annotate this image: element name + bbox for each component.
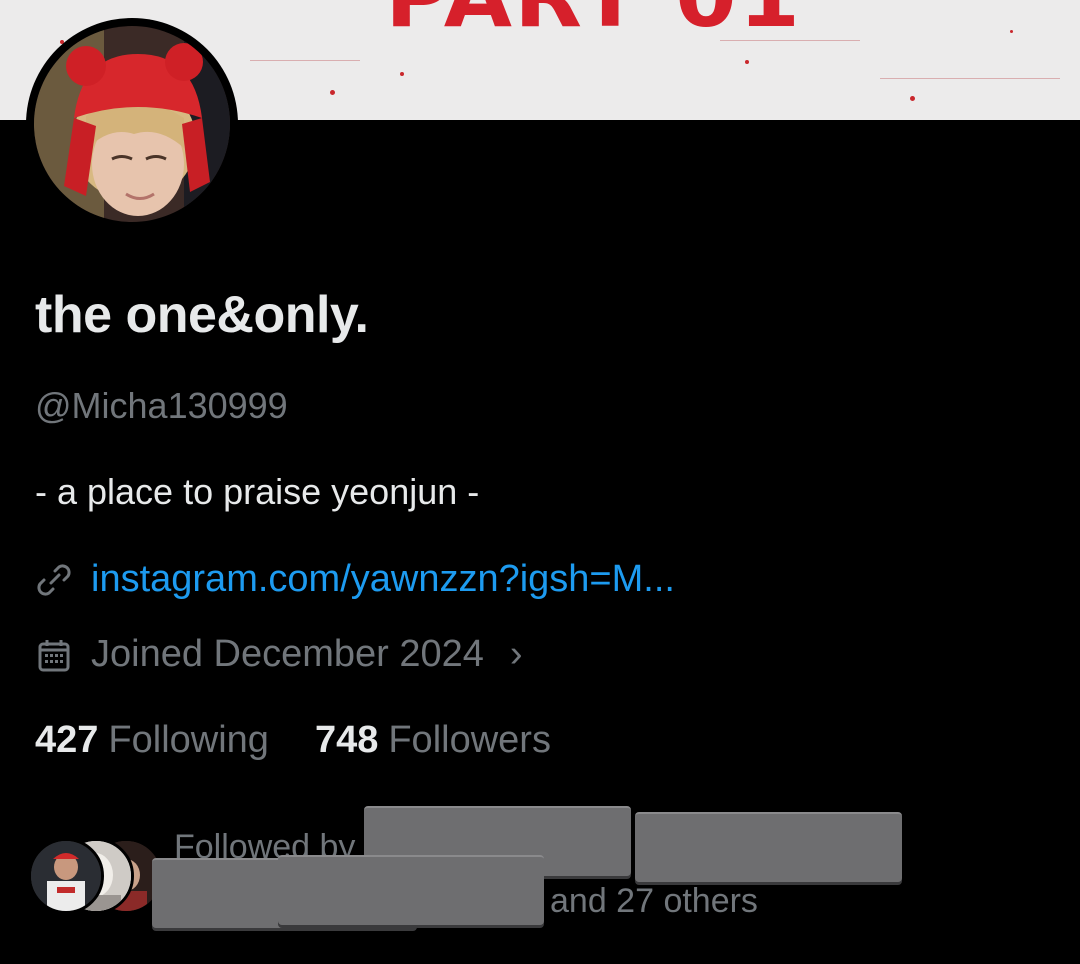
banner-speck (400, 72, 404, 76)
link-icon (35, 561, 73, 599)
display-name: the one&only. (35, 286, 369, 344)
followers-label: Followers (388, 719, 551, 761)
calendar-icon (35, 636, 73, 674)
banner-scratch (250, 60, 360, 61)
redaction-block (635, 812, 902, 882)
banner-scratch (720, 40, 860, 41)
banner-scratch (880, 78, 1060, 79)
user-handle: @Micha130999 (35, 385, 288, 426)
profile-avatar[interactable] (26, 18, 238, 230)
profile-link-row[interactable]: instagram.com/yawnzzn?igsh=M... (35, 558, 675, 601)
following-count: 427 (35, 719, 99, 761)
followed-by-avatars[interactable] (28, 838, 168, 914)
chevron-right-icon[interactable]: › (510, 633, 523, 676)
redaction-block (278, 855, 544, 925)
following-link[interactable]: 427 Following (35, 719, 269, 762)
joined-date-row[interactable]: Joined December 2024 › (35, 633, 523, 676)
following-label: Following (108, 719, 269, 761)
follow-stats: 427 Following 748 Followers (35, 719, 551, 762)
banner-speck (910, 96, 915, 101)
banner-speck (745, 60, 749, 64)
banner-speck (330, 90, 335, 95)
banner-speck (1010, 30, 1013, 33)
followed-by-others[interactable]: and 27 others (550, 882, 758, 921)
profile-link[interactable]: instagram.com/yawnzzn?igsh=M... (91, 558, 675, 601)
avatar (28, 838, 104, 914)
joined-date: Joined December 2024 (91, 633, 484, 675)
profile-bio: - a place to praise yeonjun - (35, 471, 480, 512)
followers-count: 748 (314, 719, 379, 761)
followers-link[interactable]: 748 Followers (315, 719, 551, 762)
avatar-image (34, 26, 230, 222)
